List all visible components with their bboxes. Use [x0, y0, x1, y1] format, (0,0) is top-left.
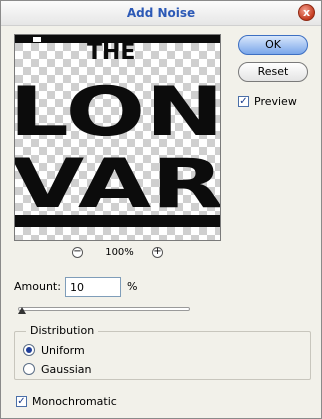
preview-artwork: THE LON VAR	[15, 35, 220, 227]
amount-slider-track[interactable]	[18, 307, 190, 311]
distribution-title: Distribution	[26, 324, 99, 337]
dialog-title: Add Noise	[126, 6, 196, 20]
monochromatic-checkbox[interactable]: ✓	[16, 396, 27, 407]
top-stripe-notch	[33, 37, 41, 42]
add-noise-dialog: Add Noise x THE LON VAR − 100% + OK Rese…	[0, 0, 322, 419]
amount-slider-handle[interactable]	[18, 307, 27, 314]
uniform-radio-dot	[26, 347, 32, 353]
amount-unit: %	[127, 280, 138, 293]
art-line-2: LON	[15, 73, 220, 152]
zoom-in-icon[interactable]: +	[152, 247, 163, 258]
monochromatic-label[interactable]: Monochromatic	[32, 395, 117, 408]
reset-button[interactable]: Reset	[238, 62, 308, 82]
close-icon[interactable]: x	[298, 4, 315, 21]
ok-button[interactable]: OK	[238, 35, 308, 55]
gaussian-label[interactable]: Gaussian	[41, 363, 91, 376]
amount-label: Amount:	[14, 280, 61, 293]
bottom-stripe	[15, 215, 220, 227]
zoom-out-icon[interactable]: −	[72, 247, 83, 258]
zoom-level: 100%	[105, 247, 134, 258]
uniform-radio[interactable]	[23, 344, 35, 356]
preview-canvas[interactable]: THE LON VAR	[14, 34, 221, 241]
preview-checkbox-label[interactable]: Preview	[254, 95, 297, 108]
preview-checkbox[interactable]: ✓	[238, 96, 249, 107]
art-line-3: VAR	[15, 145, 220, 224]
title-bar[interactable]: Add Noise x	[1, 1, 321, 26]
art-line-1: THE	[87, 40, 135, 65]
uniform-label[interactable]: Uniform	[41, 344, 85, 357]
gaussian-radio[interactable]	[23, 363, 35, 375]
amount-input[interactable]	[65, 277, 121, 297]
